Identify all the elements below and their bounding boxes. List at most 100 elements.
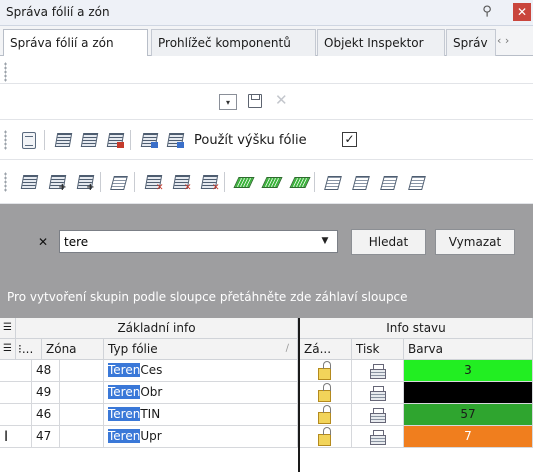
printer-icon bbox=[370, 386, 386, 401]
group-by-hint: Pro vytvoření skupin podle sloupce přetá… bbox=[7, 290, 408, 304]
layer-list-icon[interactable] bbox=[108, 171, 130, 193]
green-layer2-icon[interactable] bbox=[260, 171, 282, 193]
cell-layer-type[interactable]: TerenTIN bbox=[104, 404, 298, 426]
layer-blue2-icon[interactable] bbox=[164, 129, 186, 151]
cell-text: Upr bbox=[140, 429, 162, 443]
column-header-zone[interactable]: Zóna bbox=[42, 339, 104, 360]
green-layer-icon[interactable] bbox=[232, 171, 254, 193]
cell-print[interactable] bbox=[352, 360, 404, 382]
cell-print[interactable] bbox=[352, 382, 404, 404]
printer-icon bbox=[370, 364, 386, 379]
clear-button[interactable]: Vymazat bbox=[435, 229, 515, 255]
cell-lock[interactable] bbox=[300, 404, 352, 426]
layer-blue-icon[interactable] bbox=[138, 129, 160, 151]
cell-color[interactable]: 3 bbox=[404, 360, 533, 382]
layer-delete3-icon[interactable] bbox=[198, 171, 220, 193]
column-header-print[interactable]: Tisk bbox=[352, 339, 404, 360]
toolbar-file: ▾ ✕ bbox=[0, 84, 533, 120]
tab-scroll-arrows[interactable]: ‹ › bbox=[497, 34, 509, 47]
cell-lock[interactable] bbox=[300, 360, 352, 382]
toolbar-separator bbox=[314, 172, 315, 192]
cell-num[interactable]: 48 bbox=[32, 360, 60, 382]
lock-icon bbox=[318, 427, 331, 446]
toolbar-layer-ops bbox=[0, 160, 533, 204]
cell-color[interactable]: 57 bbox=[404, 404, 533, 426]
cell-num[interactable]: 47 bbox=[32, 426, 60, 448]
tab-prohlizec-komponentu[interactable]: Prohlížeč komponentů bbox=[151, 29, 316, 56]
column-header-num[interactable]: ⁝... bbox=[16, 339, 42, 360]
search-highlight: Teren bbox=[108, 407, 141, 421]
pin-icon[interactable]: ⚲ bbox=[478, 3, 496, 21]
cell-lock[interactable] bbox=[300, 382, 352, 404]
cell-layer-type[interactable]: TerenCes bbox=[104, 360, 298, 382]
layer-outline-icon[interactable] bbox=[78, 129, 100, 151]
toolbar-grip[interactable] bbox=[4, 130, 7, 150]
toolbar-grip[interactable] bbox=[4, 172, 7, 192]
cell-num[interactable]: 46 bbox=[32, 404, 60, 426]
cell-zone[interactable] bbox=[60, 382, 104, 404]
search-highlight: Teren bbox=[108, 385, 141, 399]
cell-print[interactable] bbox=[352, 404, 404, 426]
column-selector-icon[interactable]: ☰ bbox=[0, 339, 16, 360]
layer-select-icon[interactable] bbox=[18, 171, 40, 193]
row-indicator[interactable] bbox=[0, 404, 32, 426]
cell-print[interactable] bbox=[352, 426, 404, 448]
band-status-info[interactable]: Info stavu bbox=[300, 318, 533, 339]
save-icon[interactable] bbox=[248, 94, 262, 108]
band-selector-icon[interactable]: ☰ bbox=[0, 318, 16, 339]
filter-clear-icon[interactable]: ✕ bbox=[35, 234, 51, 250]
column-header-lock[interactable]: Zá... bbox=[300, 339, 352, 360]
cell-layer-type[interactable]: TerenObr bbox=[104, 382, 298, 404]
printer-icon bbox=[370, 408, 386, 423]
outline-layer4-icon[interactable] bbox=[406, 171, 428, 193]
layer-red-icon[interactable] bbox=[104, 129, 126, 151]
close-button[interactable]: ✕ bbox=[513, 3, 531, 21]
toolbar-grip[interactable] bbox=[4, 62, 7, 82]
band-basic-info[interactable]: Základní info bbox=[16, 318, 298, 339]
use-layer-height-checkbox[interactable]: ✓ bbox=[342, 132, 357, 147]
cell-num[interactable]: 49 bbox=[32, 382, 60, 404]
cell-zone[interactable] bbox=[60, 426, 104, 448]
toolbar-layers: Použít výšku fólie ✓ bbox=[0, 120, 533, 160]
green-layer3-icon[interactable] bbox=[288, 171, 310, 193]
filter-input[interactable] bbox=[59, 230, 338, 253]
chevron-down-icon[interactable]: ▾ bbox=[219, 94, 237, 110]
layer-add2-icon[interactable] bbox=[74, 171, 96, 193]
import-icon[interactable] bbox=[18, 129, 40, 151]
column-header-color[interactable]: Barva bbox=[404, 339, 533, 360]
sort-indicator-icon: ∕ bbox=[285, 343, 289, 354]
outline-layer-icon[interactable] bbox=[322, 171, 344, 193]
row-indicator[interactable] bbox=[0, 360, 32, 382]
row-indicator[interactable]: I bbox=[0, 426, 32, 448]
layer-icon[interactable] bbox=[52, 129, 74, 151]
cell-color[interactable] bbox=[404, 382, 533, 404]
cell-layer-type[interactable]: TerenUpr bbox=[104, 426, 298, 448]
column-header-label: Typ fólie bbox=[108, 342, 158, 356]
layer-delete2-icon[interactable] bbox=[170, 171, 192, 193]
outline-layer3-icon[interactable] bbox=[378, 171, 400, 193]
cell-zone[interactable] bbox=[60, 404, 104, 426]
toolbar-empty bbox=[0, 56, 533, 84]
search-button[interactable]: Hledat bbox=[351, 229, 426, 255]
printer-icon bbox=[370, 430, 386, 445]
cell-color[interactable]: 7 bbox=[404, 426, 533, 448]
tab-objekt-inspektor[interactable]: Objekt Inspektor bbox=[317, 29, 445, 56]
cell-text: Ces bbox=[140, 363, 163, 377]
layer-add-icon[interactable] bbox=[46, 171, 68, 193]
tab-sprava-more[interactable]: Správ bbox=[446, 29, 496, 56]
row-indicator[interactable] bbox=[0, 382, 32, 404]
tab-sprava-folii[interactable]: Správa fólií a zón bbox=[3, 29, 148, 57]
toolbar-separator bbox=[44, 130, 45, 150]
cell-zone[interactable] bbox=[60, 360, 104, 382]
filter-dropdown-arrow[interactable]: ▼ bbox=[316, 233, 334, 250]
layer-delete-icon[interactable] bbox=[142, 171, 164, 193]
outline-layer2-icon[interactable] bbox=[350, 171, 372, 193]
tab-label: Prohlížeč komponentů bbox=[158, 36, 291, 50]
cell-lock[interactable] bbox=[300, 426, 352, 448]
band-divider bbox=[298, 318, 300, 472]
tab-label: Objekt Inspektor bbox=[324, 36, 424, 50]
column-header-layer-type[interactable]: Typ fólie ∕ bbox=[104, 339, 298, 360]
search-highlight: Teren bbox=[108, 429, 141, 443]
tab-bar: Správa fólií a zón Prohlížeč komponentů … bbox=[0, 26, 533, 57]
window-titlebar: Správa fólií a zón ⚲ ✕ bbox=[0, 0, 533, 26]
